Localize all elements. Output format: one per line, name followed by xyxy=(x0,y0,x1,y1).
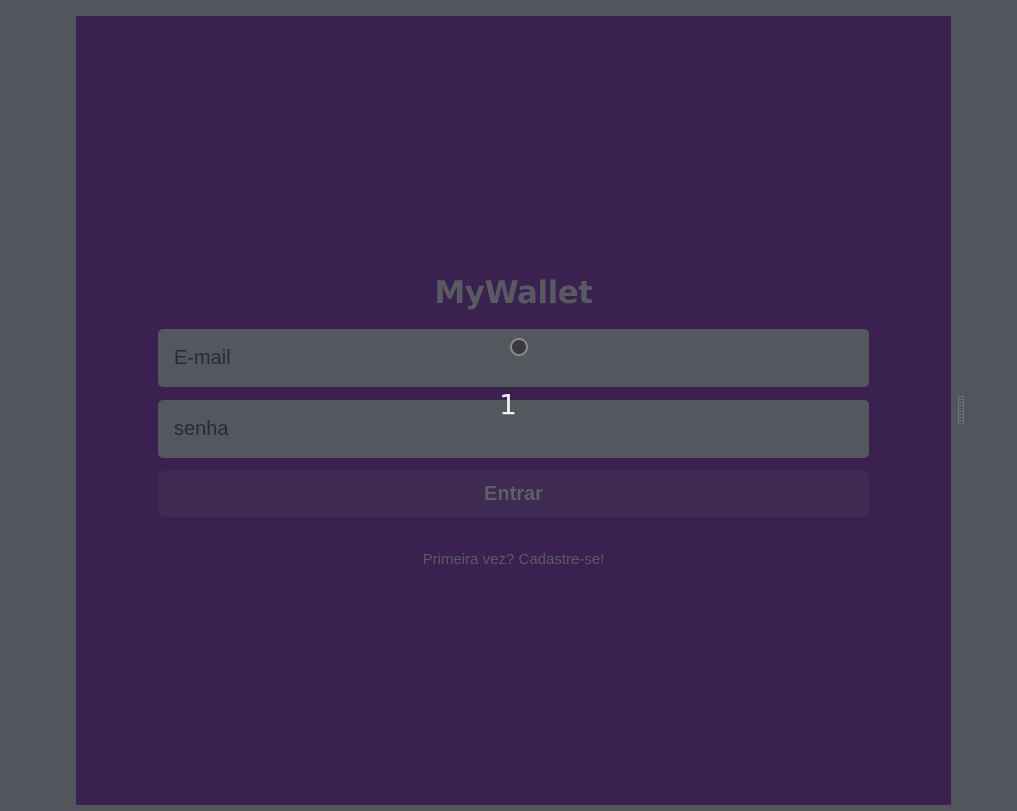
app-logo: MyWallet xyxy=(434,275,593,311)
step-number-label: 1 xyxy=(499,388,517,421)
login-button[interactable]: Entrar xyxy=(158,471,869,517)
email-field[interactable] xyxy=(158,329,869,387)
resize-handle[interactable] xyxy=(958,396,964,424)
cursor-indicator-icon xyxy=(510,338,528,356)
signup-link[interactable]: Primeira vez? Cadastre-se! xyxy=(76,551,951,568)
